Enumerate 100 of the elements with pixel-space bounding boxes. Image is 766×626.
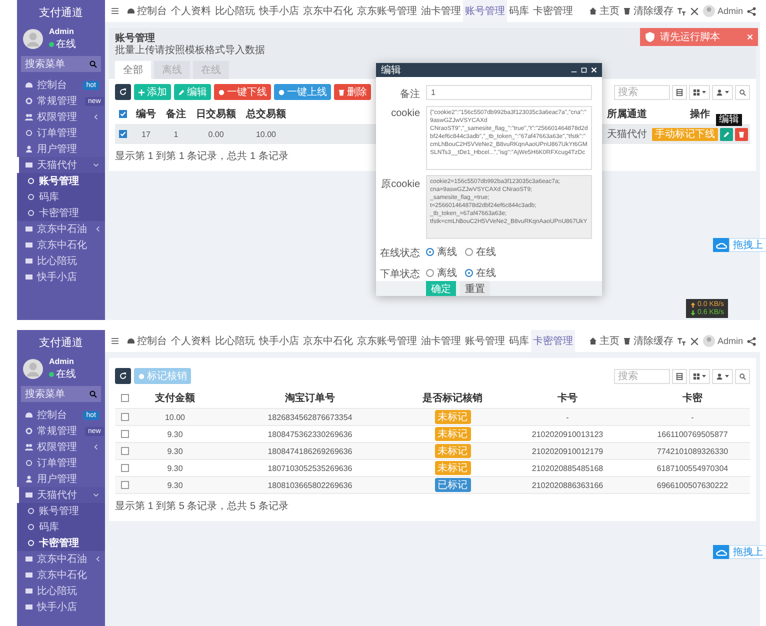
menu-item[interactable]: 京东中石化 bbox=[17, 567, 105, 583]
search-button[interactable] bbox=[735, 368, 750, 384]
chevron-left-icon bbox=[95, 226, 101, 232]
nav-tab[interactable]: 控制台 bbox=[125, 0, 169, 22]
radio-option[interactable]: 在线 bbox=[465, 266, 496, 280]
view-dropdown[interactable] bbox=[689, 84, 710, 100]
toolbar-button[interactable]: 删除 bbox=[334, 84, 371, 100]
submenu-item[interactable]: 卡密管理 bbox=[17, 535, 105, 551]
menu-item[interactable]: 快手小店 bbox=[17, 599, 105, 615]
radio-option[interactable]: 离线 bbox=[426, 245, 457, 259]
user-menu[interactable]: Admin bbox=[703, 335, 743, 347]
menu-item[interactable]: 京东中石化 bbox=[17, 237, 105, 253]
checkbox[interactable] bbox=[119, 130, 127, 138]
checkbox[interactable] bbox=[121, 394, 129, 402]
toolbar-button[interactable]: 一键下线 bbox=[214, 84, 271, 100]
submenu-item[interactable]: 账号管理 bbox=[17, 503, 105, 519]
checkbox[interactable] bbox=[121, 430, 129, 438]
list-icon bbox=[25, 161, 33, 169]
table-cell: 6966100507630222 bbox=[656, 480, 728, 490]
caret-icon bbox=[725, 90, 729, 94]
reset-button[interactable]: 重置 bbox=[460, 281, 490, 296]
nav-tab[interactable]: 京东中石化 bbox=[301, 330, 355, 352]
upload-button[interactable]: 拖拽上 bbox=[729, 238, 766, 252]
search-field[interactable]: 搜索 bbox=[614, 84, 670, 100]
nav-tab[interactable]: 码库 bbox=[507, 330, 531, 352]
user-menu[interactable]: Admin bbox=[703, 5, 743, 17]
menu-item[interactable]: 京东中石油 bbox=[17, 551, 105, 567]
home-link[interactable]: 主页 bbox=[589, 334, 620, 348]
nav-tab[interactable]: 比心陪玩 bbox=[213, 0, 257, 22]
nav-tab[interactable]: 比心陪玩 bbox=[213, 330, 257, 352]
nav-tab[interactable]: 账号管理 bbox=[463, 330, 507, 352]
menu-item[interactable]: 权限管理 bbox=[17, 439, 105, 455]
nav-tab[interactable]: 卡密管理 bbox=[531, 0, 575, 22]
user-icon bbox=[716, 88, 723, 96]
submenu-item[interactable]: 账号管理 bbox=[17, 173, 105, 189]
home-link[interactable]: 主页 bbox=[589, 4, 620, 18]
menu-item[interactable]: 权限管理 bbox=[17, 109, 105, 125]
menu-item[interactable]: 订单管理 bbox=[17, 455, 105, 471]
menu-item[interactable]: 快手小店 bbox=[17, 269, 105, 285]
checkbox[interactable] bbox=[119, 110, 127, 118]
clear-cache-link[interactable]: 清除缓存 bbox=[623, 334, 674, 348]
search-icon bbox=[89, 390, 97, 398]
nav-tab[interactable]: 京东中石化 bbox=[301, 0, 355, 22]
radio-option[interactable]: 在线 bbox=[465, 245, 496, 259]
upload-button[interactable]: 拖拽上 bbox=[729, 545, 766, 559]
nav-tab[interactable]: 个人资料 bbox=[169, 330, 213, 352]
nav-tab[interactable]: 油卡管理 bbox=[419, 0, 463, 22]
menu-item[interactable]: 用户管理 bbox=[17, 471, 105, 487]
menu-item[interactable]: 天猫代付 bbox=[17, 157, 105, 173]
view-dropdown[interactable] bbox=[689, 368, 710, 384]
nav-tab[interactable]: 快手小店 bbox=[257, 0, 301, 22]
nav-tab[interactable]: 京东账号管理 bbox=[355, 330, 419, 352]
clear-cache-link[interactable]: 清除缓存 bbox=[623, 4, 674, 18]
nav-tab[interactable]: 账号管理 bbox=[463, 0, 507, 22]
submenu-item[interactable]: 卡密管理 bbox=[17, 205, 105, 221]
table-cell: 2102020910012179 bbox=[532, 446, 604, 456]
export-dropdown[interactable] bbox=[712, 84, 733, 100]
toolbar-button[interactable]: 一键上线 bbox=[274, 84, 331, 100]
menu-search-field[interactable]: 搜索菜单 bbox=[21, 386, 101, 402]
edit-button[interactable] bbox=[720, 128, 733, 140]
columns-button[interactable] bbox=[672, 368, 687, 384]
menu-item[interactable]: 订单管理 bbox=[17, 125, 105, 141]
nav-tab[interactable]: 卡密管理 bbox=[531, 330, 575, 352]
search-field[interactable]: 搜索 bbox=[614, 368, 670, 384]
nav-tab[interactable]: 码库 bbox=[507, 0, 531, 22]
nav-tab[interactable]: 个人资料 bbox=[169, 0, 213, 22]
status-tag: 已标记 bbox=[434, 478, 470, 492]
menu-item[interactable]: 京东中石油 bbox=[17, 221, 105, 237]
submenu-item[interactable]: 码库 bbox=[17, 189, 105, 205]
refresh-button[interactable] bbox=[115, 368, 131, 384]
submenu-item[interactable]: 码库 bbox=[17, 519, 105, 535]
delete-button[interactable] bbox=[735, 128, 748, 140]
avatar-icon bbox=[23, 359, 43, 379]
checkbox[interactable] bbox=[121, 481, 129, 489]
refresh-button[interactable] bbox=[115, 84, 131, 100]
export-dropdown[interactable] bbox=[712, 368, 733, 384]
users-icon bbox=[25, 113, 33, 121]
menu-item[interactable]: 比心陪玩 bbox=[17, 583, 105, 599]
menu-search-field[interactable]: 搜索菜单 bbox=[21, 56, 101, 72]
checkbox[interactable] bbox=[121, 464, 129, 472]
checkbox[interactable] bbox=[121, 413, 129, 421]
page-title: 账号管理 bbox=[115, 33, 155, 44]
field-label: 备注 bbox=[399, 88, 420, 101]
remark-field[interactable]: 1 bbox=[426, 85, 592, 100]
menu-item[interactable]: 天猫代付 bbox=[17, 487, 105, 503]
upload-icon-button[interactable] bbox=[713, 545, 729, 559]
nav-tab[interactable]: 快手小店 bbox=[257, 330, 301, 352]
menu-item[interactable]: 比心陪玩 bbox=[17, 253, 105, 269]
filter-tab[interactable]: 全部 bbox=[115, 61, 151, 79]
nav-tab[interactable]: 京东账号管理 bbox=[355, 0, 419, 22]
radio-option[interactable]: 离线 bbox=[426, 266, 457, 280]
search-button[interactable] bbox=[735, 84, 750, 100]
columns-button[interactable] bbox=[672, 84, 687, 100]
checkbox[interactable] bbox=[121, 447, 129, 455]
nav-tab[interactable]: 油卡管理 bbox=[419, 330, 463, 352]
nav-tab[interactable]: 控制台 bbox=[125, 330, 169, 352]
gauge-icon bbox=[25, 411, 33, 419]
menu-item[interactable]: 用户管理 bbox=[17, 141, 105, 157]
upload-icon-button[interactable] bbox=[713, 238, 729, 252]
table-cell: 1808474186269269636 bbox=[268, 446, 352, 456]
